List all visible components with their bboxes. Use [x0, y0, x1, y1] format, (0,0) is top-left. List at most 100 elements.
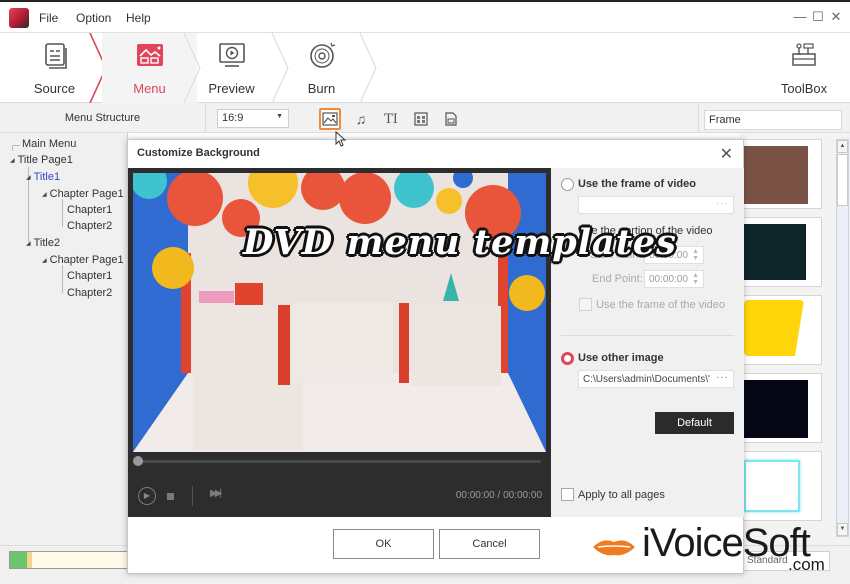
menu-template-icon [136, 44, 163, 66]
tree-connector [62, 265, 63, 293]
use-frame-of-video-label: Use the frame of the video [596, 299, 726, 311]
aspect-ratio-select[interactable]: 16:9 ▼ [217, 109, 289, 128]
divider [561, 335, 734, 336]
tree-item-chapter1[interactable]: Chapter1 [67, 204, 112, 216]
apply-all-pages-checkbox[interactable] [561, 488, 574, 501]
customize-background-dialog: Customize Background ✕ ▶ ▶▶| 00:00:00 / … [127, 139, 744, 574]
expand-icon[interactable]: ◢ [10, 157, 15, 164]
stop-icon[interactable] [167, 493, 174, 500]
browse-icon[interactable]: ··· [716, 372, 729, 383]
frame-thumb-yellow[interactable] [743, 295, 822, 365]
expand-icon[interactable]: ◢ [26, 174, 31, 181]
divider [192, 486, 193, 506]
use-frame-label: Use the frame of video [578, 178, 696, 190]
tree-item-chapter1[interactable]: Chapter1 [67, 270, 112, 282]
disc-icon [309, 42, 335, 68]
tree-item-title2[interactable]: ◢ Title2 [26, 237, 60, 249]
use-frame-of-video-checkbox[interactable] [579, 298, 592, 311]
brand-suffix: .com [788, 555, 825, 574]
end-point-label: End Point: [592, 273, 643, 285]
menu-option[interactable]: Option [76, 11, 111, 25]
tree-item-label: Chapter Page1 [49, 188, 124, 200]
use-other-image-radio[interactable] [561, 352, 574, 365]
step-burn[interactable]: Burn [274, 33, 369, 103]
frame-swatch [744, 300, 804, 356]
video-preview-player: ▶ ▶▶| 00:00:00 / 00:00:00 [128, 168, 551, 517]
background-image-icon [322, 112, 338, 126]
thumbnail-button[interactable] [410, 108, 432, 130]
chapter-icon [445, 112, 457, 126]
frame-swatch [744, 380, 808, 438]
title-bar: File Option Help — ☐ ✕ [0, 0, 850, 33]
tree-item-title-page1[interactable]: ◢ Title Page1 [10, 154, 73, 166]
cancel-button[interactable]: Cancel [439, 529, 540, 559]
frame-thumb-cyan[interactable] [743, 451, 822, 521]
scroll-down-icon[interactable]: ▼ [837, 523, 848, 536]
frame-scrollbar[interactable]: ▲ ▼ [836, 139, 849, 537]
step-preview-label: Preview [208, 81, 255, 96]
tree-item-main-menu[interactable]: Main Menu [22, 138, 76, 150]
tree-item-chapter-page1[interactable]: ◢ Chapter Page1 [42, 254, 124, 266]
frame-thumb-dark-teal[interactable] [743, 217, 822, 287]
image-path-field[interactable]: C:\Users\admin\Documents\' ··· [578, 370, 734, 388]
step-preview[interactable]: Preview [184, 33, 279, 103]
background-image-button[interactable] [319, 108, 341, 130]
disc-space-progress [9, 551, 129, 569]
mouse-cursor-icon [335, 131, 347, 147]
app-logo [9, 8, 29, 28]
chevron-down-icon: ▼ [276, 113, 283, 120]
spinner-icon[interactable]: ▲ ▼ [692, 248, 699, 262]
video-path-field[interactable]: ··· [578, 196, 734, 214]
watermark-title: DVD menu templates [243, 222, 677, 263]
music-button[interactable]: ♫ [350, 108, 372, 130]
scroll-thumb[interactable] [837, 154, 848, 206]
text-button[interactable]: TI [380, 108, 402, 130]
frame-thumb-brown[interactable] [743, 139, 822, 209]
step-divider [359, 33, 377, 103]
frame-thumb-black[interactable] [743, 373, 822, 443]
spinner-icon[interactable]: ▲ ▼ [692, 272, 699, 286]
progress-used [10, 552, 27, 568]
ok-button[interactable]: OK [333, 529, 434, 559]
end-point-field[interactable]: 00:00:00 ▲ ▼ [644, 270, 704, 288]
scroll-up-icon[interactable]: ▲ [837, 140, 848, 153]
minimize-icon[interactable]: — [792, 9, 808, 24]
browse-icon[interactable]: ··· [716, 198, 729, 209]
expand-icon[interactable]: ◢ [42, 257, 47, 264]
play-icon[interactable]: ▶ [138, 487, 156, 505]
frame-category-field[interactable]: Frame [704, 110, 842, 130]
menu-file[interactable]: File [39, 11, 58, 25]
step-navigation: Source Menu Preview Burn ToolBox [0, 33, 850, 103]
toolbox-icon [792, 43, 816, 66]
chapter-button[interactable] [440, 108, 462, 130]
seek-bar[interactable] [133, 456, 541, 466]
frame-swatch [744, 146, 808, 204]
tree-item-label: Title1 [33, 171, 61, 183]
toolbox-button[interactable]: ToolBox [758, 33, 850, 103]
use-frame-radio[interactable] [561, 178, 574, 191]
default-button[interactable]: Default [655, 412, 734, 434]
tree-item-label: Title2 [33, 237, 61, 249]
maximize-icon[interactable]: ☐ [810, 9, 826, 25]
divider [698, 103, 699, 133]
tree-item-title1[interactable]: ◢ Title1 [26, 171, 60, 183]
frame-swatch [744, 224, 806, 280]
use-other-image-label: Use other image [578, 352, 664, 364]
end-point-value: 00:00:00 [649, 274, 688, 285]
frame-gallery [740, 133, 850, 545]
dialog-title: Customize Background [137, 147, 260, 159]
brand-name: iVoiceSoft [642, 521, 811, 565]
seek-handle[interactable] [133, 456, 143, 466]
next-icon[interactable]: ▶▶| [210, 488, 222, 499]
expand-icon[interactable]: ◢ [42, 191, 47, 198]
tree-item-chapter-page1[interactable]: ◢ Chapter Page1 [42, 188, 124, 200]
apply-all-pages-label: Apply to all pages [578, 489, 665, 501]
lips-logo-icon [593, 540, 635, 556]
close-icon[interactable]: ✕ [828, 9, 844, 25]
tree-item-chapter2[interactable]: Chapter2 [67, 287, 112, 299]
close-icon[interactable]: ✕ [720, 144, 733, 164]
tree-item-chapter2[interactable]: Chapter2 [67, 220, 112, 232]
menu-help[interactable]: Help [126, 11, 151, 25]
tree-connector [12, 145, 20, 146]
expand-icon[interactable]: ◢ [26, 240, 31, 247]
